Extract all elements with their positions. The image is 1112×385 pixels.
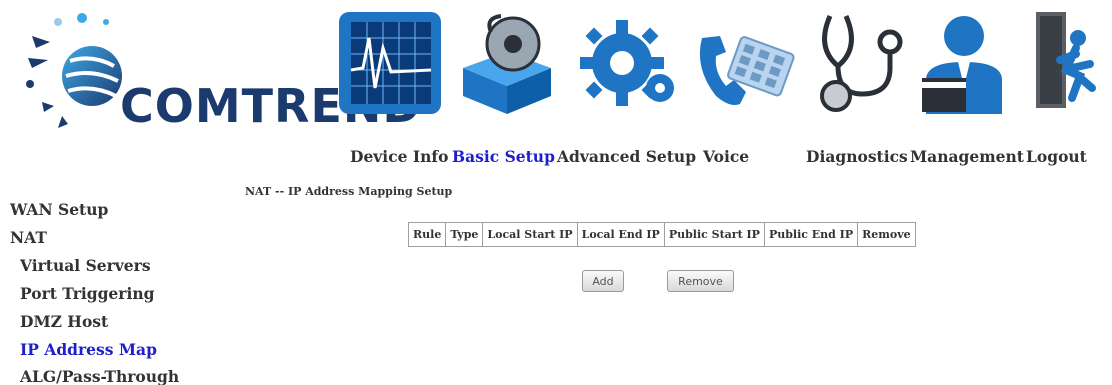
main-content: NAT -- IP Address Mapping Setup Rule Typ… xyxy=(205,178,1112,385)
table-header-row: Rule Type Local Start IP Local End IP Pu… xyxy=(407,222,916,247)
sidebar-item-dmz-host[interactable]: DMZ Host xyxy=(20,312,108,331)
column-header-remove: Remove xyxy=(857,222,916,247)
sidebar-item-nat[interactable]: NAT xyxy=(10,228,47,247)
nav-diagnostics[interactable]: Diagnostics xyxy=(806,147,908,166)
logout-icon[interactable] xyxy=(1032,8,1102,118)
voice-icon[interactable] xyxy=(690,8,805,118)
sidebar-item-alg-pass-through[interactable]: ALG/Pass-Through xyxy=(20,367,179,385)
sidebar-item-port-triggering[interactable]: Port Triggering xyxy=(20,284,154,303)
device-info-icon[interactable] xyxy=(335,8,445,118)
column-header-type: Type xyxy=(445,222,484,247)
column-header-local-end-ip: Local End IP xyxy=(576,222,665,247)
sidebar-item-wan-setup[interactable]: WAN Setup xyxy=(10,200,108,219)
sidebar: WAN Setup NAT Virtual Servers Port Trigg… xyxy=(0,178,205,385)
sidebar-item-ip-address-map[interactable]: IP Address Map xyxy=(20,340,157,359)
management-icon[interactable] xyxy=(918,8,1003,118)
sidebar-item-virtual-servers[interactable]: Virtual Servers xyxy=(20,256,151,275)
nav-logout[interactable]: Logout xyxy=(1026,147,1087,166)
comtrend-logo: COMTREND xyxy=(22,6,421,136)
remove-button[interactable]: Remove xyxy=(667,270,734,292)
column-header-public-end-ip: Public End IP xyxy=(763,222,859,247)
header: COMTREND Device Info Basic Setup Advance… xyxy=(0,0,1112,178)
basic-setup-icon[interactable] xyxy=(455,8,560,118)
column-header-rule: Rule xyxy=(407,222,447,247)
ip-address-mapping-table: Rule Type Local Start IP Local End IP Pu… xyxy=(407,222,916,247)
nav-basic-setup[interactable]: Basic Setup xyxy=(452,147,555,166)
column-header-local-start-ip: Local Start IP xyxy=(482,222,578,247)
nav-advanced-setup[interactable]: Advanced Setup xyxy=(557,147,696,166)
page-title: NAT -- IP Address Mapping Setup xyxy=(245,185,453,198)
nav-voice[interactable]: Voice xyxy=(703,147,749,166)
add-button[interactable]: Add xyxy=(582,270,624,292)
nav-management[interactable]: Management xyxy=(910,147,1024,166)
nav-device-info[interactable]: Device Info xyxy=(350,147,448,166)
advanced-setup-icon[interactable] xyxy=(572,8,682,118)
diagnostics-icon[interactable] xyxy=(812,8,907,118)
column-header-public-start-ip: Public Start IP xyxy=(663,222,765,247)
